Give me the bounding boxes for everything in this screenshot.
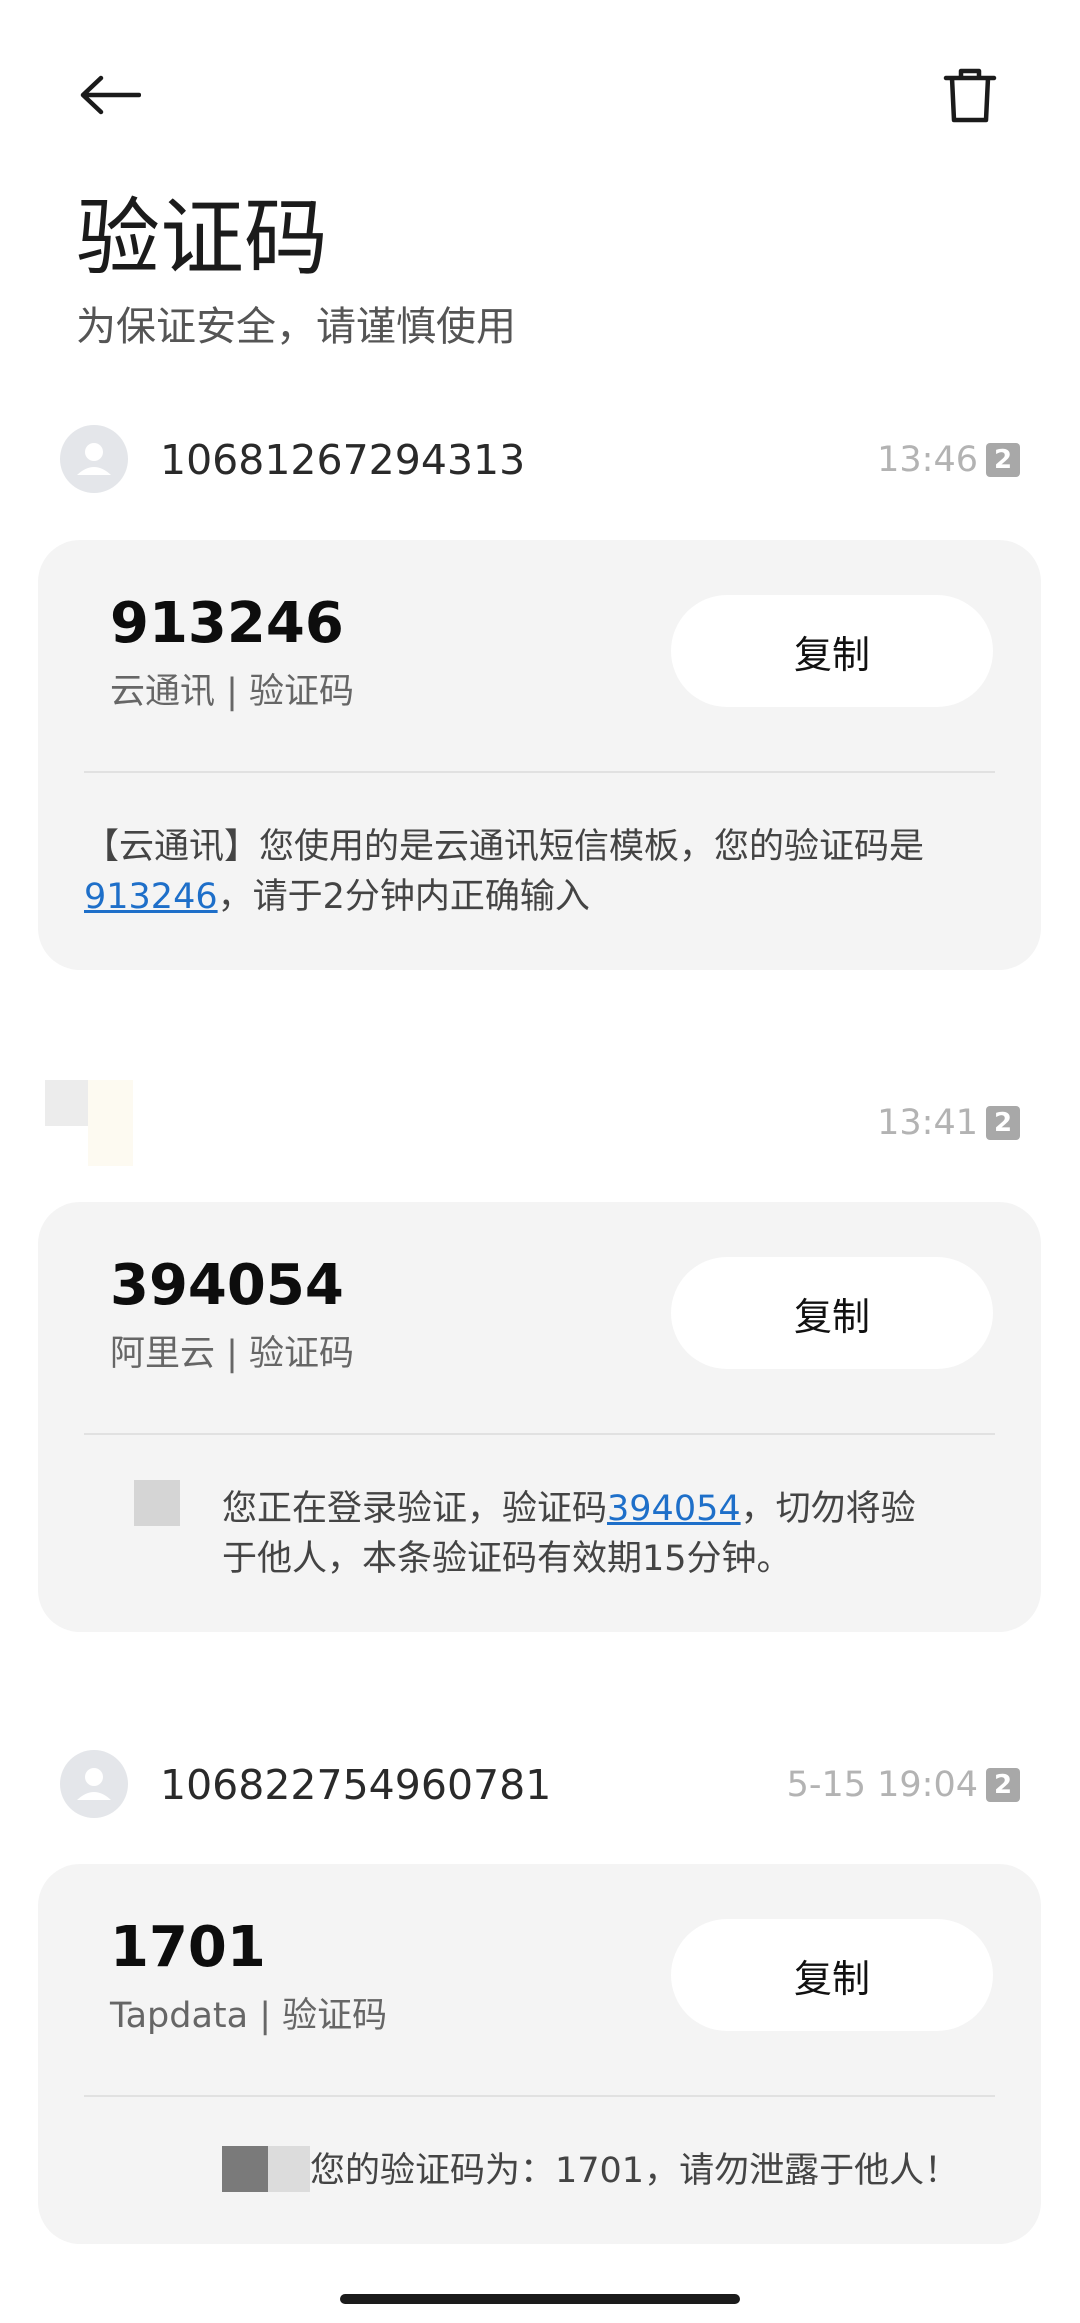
body-text: ，切勿将验 bbox=[740, 1489, 916, 1529]
otp-source: 云通讯 | 验证码 bbox=[110, 672, 355, 712]
otp-source: Tapdata | 验证码 bbox=[110, 1996, 388, 2036]
page-title: 验证码 bbox=[76, 189, 329, 287]
divider bbox=[84, 771, 995, 773]
divider bbox=[84, 2095, 995, 2097]
message-time: 13:46 2 bbox=[877, 439, 1020, 481]
otp-code: 1701 bbox=[110, 1915, 266, 1980]
message-body: 【云通讯】您使用的是云通讯短信模板，您的验证码是 913246，请于2分钟内正确… bbox=[84, 822, 995, 922]
copy-button[interactable]: 复制 bbox=[671, 1257, 993, 1369]
redacted-block bbox=[134, 1480, 180, 1526]
sim-badge: 2 bbox=[986, 443, 1020, 477]
body-text: 【云通讯】您使用的是云通讯短信模板，您的验证码是 bbox=[84, 827, 925, 867]
time-text: 13:46 bbox=[877, 440, 978, 480]
person-icon bbox=[77, 1768, 111, 1800]
sender-number: 106822754960781 bbox=[160, 1761, 552, 1809]
message-body: 您的验证码为：1701，请勿泄露于他人！ bbox=[310, 2151, 960, 2191]
redacted-avatar bbox=[45, 1080, 93, 1126]
otp-code-link[interactable]: 394054 bbox=[607, 1489, 741, 1529]
otp-card: 913246 云通讯 | 验证码 复制 【云通讯】您使用的是云通讯短信模板，您的… bbox=[38, 540, 1041, 970]
otp-code: 394054 bbox=[110, 1253, 344, 1318]
time-text: 13:41 bbox=[877, 1103, 978, 1143]
otp-card: 1701 Tapdata | 验证码 复制 您的验证码为：1701，请勿泄露于他… bbox=[38, 1864, 1041, 2244]
sim-badge: 2 bbox=[986, 1768, 1020, 1802]
redacted-block bbox=[268, 2146, 310, 2192]
copy-button[interactable]: 复制 bbox=[671, 1919, 993, 2031]
message-header: 10681267294313 13:46 2 bbox=[60, 425, 1020, 495]
delete-button[interactable] bbox=[935, 60, 1005, 130]
avatar bbox=[60, 425, 128, 493]
otp-source: 阿里云 | 验证码 bbox=[110, 1334, 355, 1374]
otp-code: 913246 bbox=[110, 591, 344, 656]
message-header: 13:41 2 bbox=[45, 1080, 1020, 1166]
time-text: 5-15 19:04 bbox=[786, 1765, 978, 1805]
message-body: 您正在登录验证，验证码394054，切勿将验 于他人，本条验证码有效期15分钟。 bbox=[222, 1484, 995, 1584]
home-indicator[interactable] bbox=[340, 2294, 740, 2304]
body-text: ，请于2分钟内正确输入 bbox=[217, 877, 590, 917]
arrow-left-icon bbox=[80, 75, 141, 115]
otp-code-link[interactable]: 913246 bbox=[84, 877, 218, 917]
message-time: 13:41 2 bbox=[877, 1102, 1020, 1144]
message-header: 106822754960781 5-15 19:04 2 bbox=[60, 1750, 1020, 1820]
otp-card: 394054 阿里云 | 验证码 复制 您正在登录验证，验证码394054，切勿… bbox=[38, 1202, 1041, 1632]
copy-button[interactable]: 复制 bbox=[671, 595, 993, 707]
back-button[interactable] bbox=[70, 60, 150, 130]
sim-badge: 2 bbox=[986, 1106, 1020, 1140]
redacted-avatar bbox=[88, 1080, 133, 1166]
body-text: 于他人，本条验证码有效期15分钟。 bbox=[222, 1539, 792, 1579]
page-subtitle: 为保证安全，请谨慎使用 bbox=[76, 304, 516, 350]
body-text: 您正在登录验证，验证码 bbox=[222, 1489, 608, 1529]
trash-icon bbox=[943, 68, 997, 123]
redacted-block bbox=[222, 2146, 268, 2192]
person-icon bbox=[77, 443, 111, 475]
message-time: 5-15 19:04 2 bbox=[787, 1764, 1020, 1806]
sender-number: 10681267294313 bbox=[160, 436, 526, 484]
avatar bbox=[60, 1750, 128, 1818]
divider bbox=[84, 1433, 995, 1435]
